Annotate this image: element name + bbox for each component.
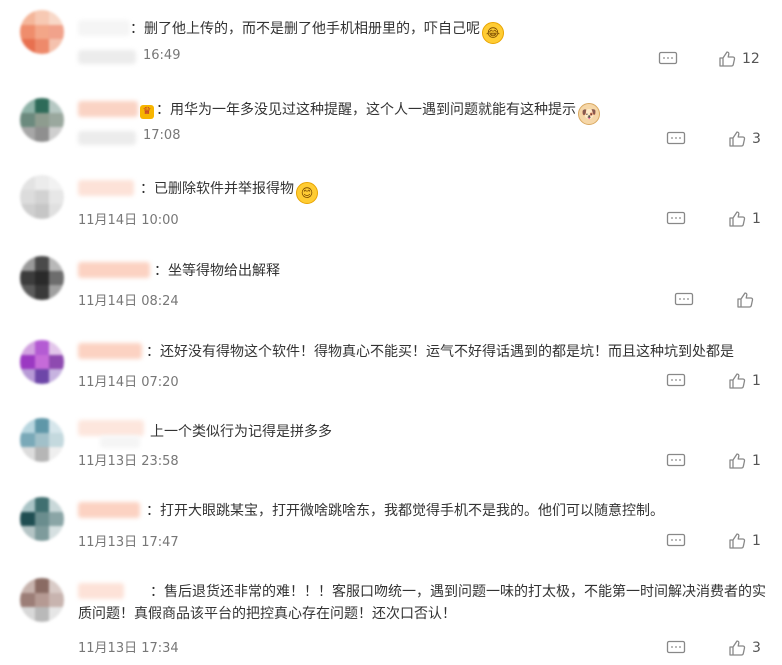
comment-text: 上一个类似行为记得是拼多多 [150,424,332,440]
comment-text: ：坐等得物给出解释 [154,263,280,279]
like-count: 12 [742,51,760,67]
comment-time: 11月14日 10:00 [78,213,179,228]
comment-text: ：售后退货还非常的难！！！客服口吻统一，遇到问题一味的打太极，不能第一时间解决消… [78,584,766,622]
username[interactable] [78,502,140,518]
comment-time: 11月13日 17:34 [78,641,179,656]
comment-time: 17:08 [143,128,181,143]
username[interactable] [78,101,138,117]
laughing-emoji: 😂 [482,22,504,44]
thumbs-up-icon[interactable] [728,452,746,470]
thumbs-up-icon[interactable] [728,372,746,390]
thumbs-up-icon[interactable] [728,639,746,657]
avatar[interactable] [20,340,64,384]
reply-icon[interactable] [666,373,686,389]
comment-time: 11月14日 07:20 [78,375,179,390]
smile-emoji: 😊 [296,182,318,204]
like-count: 1 [752,453,761,469]
comment-text: ：已删除软件并举报得物 😊 [140,178,772,204]
reply-icon[interactable] [666,640,686,656]
comment-time: 11月13日 23:58 [78,454,179,469]
avatar[interactable] [20,256,64,300]
like-count: 1 [752,533,761,549]
dog-emoji: 🐶 [578,103,600,125]
reply-icon[interactable] [666,211,686,227]
comment-time: 16:49 [143,48,181,63]
like-count: 3 [752,131,761,147]
thumbs-up-icon[interactable] [728,210,746,228]
reply-icon[interactable] [666,533,686,549]
username[interactable] [78,343,142,359]
thumbs-up-icon[interactable] [718,50,736,68]
avatar[interactable] [20,497,64,541]
like-count: 3 [752,640,761,656]
time-blur [78,50,136,64]
vip-badge-icon: ♛ [140,105,154,119]
thumbs-up-icon[interactable] [728,130,746,148]
like-count: 1 [752,211,761,227]
reply-icon[interactable] [666,453,686,469]
username[interactable] [78,20,130,36]
comment-text: ：还好没有得物这个软件！得物真心不能买！运气不好得话遇到的都是坑！而且这种坑到处… [146,344,734,360]
username[interactable] [78,262,150,278]
thumbs-up-icon[interactable] [736,291,754,309]
username-blur [100,436,140,448]
avatar[interactable] [20,98,64,142]
comment-text: ：删了他上传的，而不是删了他手机相册里的，吓自己呢 😂 [130,18,772,44]
comment-text: ：打开大眼跳某宝，打开微啥跳啥东，我都觉得手机不是我的。他们可以随意控制。 [146,503,664,519]
like-count: 1 [752,373,761,389]
comment-time: 11月14日 08:24 [78,294,179,309]
comment-time: 11月13日 17:47 [78,535,179,550]
avatar[interactable] [20,418,64,462]
time-blur [78,131,136,145]
thumbs-up-icon[interactable] [728,532,746,550]
reply-icon[interactable] [666,131,686,147]
username[interactable] [78,180,134,196]
avatar[interactable] [20,578,64,622]
comment-text: ♛ ：用华为一年多没见过这种提醒，这个人一遇到问题就能有这种提示 🐶 [140,99,772,125]
username[interactable] [78,420,144,436]
reply-icon[interactable] [658,51,678,67]
avatar[interactable] [20,175,64,219]
avatar[interactable] [20,10,64,54]
reply-icon[interactable] [674,292,694,308]
